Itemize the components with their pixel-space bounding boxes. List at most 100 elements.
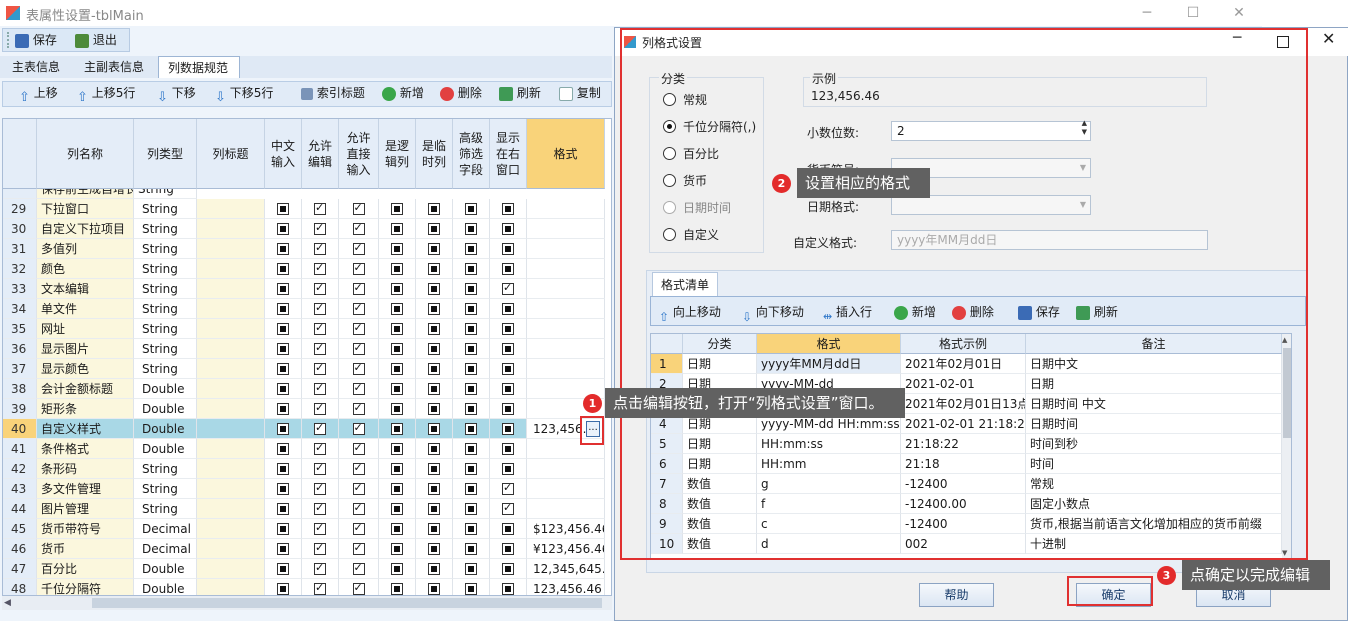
grid-checkbox-cell[interactable] (265, 199, 302, 219)
move-up-button[interactable]: ⇧ 上移 (19, 82, 58, 105)
grid-cell-name[interactable]: 千位分隔符 (37, 579, 134, 595)
index-title-button[interactable]: 索引标题 (301, 82, 365, 104)
grid-checkbox-cell[interactable] (302, 279, 339, 299)
grid-checkbox-cell[interactable] (453, 579, 490, 595)
grid-cell-format[interactable] (527, 259, 605, 279)
grid-checkbox-cell[interactable] (453, 379, 490, 399)
checkbox[interactable] (391, 543, 403, 555)
checkbox[interactable] (352, 579, 365, 595)
table-row[interactable]: 42 条形码 String (3, 459, 611, 479)
grid-checkbox-cell[interactable] (265, 339, 302, 359)
grid-checkbox-cell[interactable] (339, 239, 379, 259)
maximize-icon[interactable]: ☐ (1170, 0, 1216, 26)
grid-checkbox-cell[interactable] (453, 319, 490, 339)
grid-checkbox-cell[interactable] (490, 339, 527, 359)
checkbox[interactable] (502, 279, 514, 297)
grid-checkbox-cell[interactable] (339, 499, 379, 519)
grid-cell-name[interactable]: 货币带符号 (37, 519, 134, 539)
grid-cell-name[interactable]: 显示图片 (37, 339, 134, 359)
table-row[interactable]: 48千位分隔符Double 123,456.46 (3, 579, 611, 595)
grid-checkbox-cell[interactable] (379, 279, 416, 299)
grid-checkbox-cell[interactable] (453, 519, 490, 539)
grid-checkbox-cell[interactable] (339, 439, 379, 459)
grid-checkbox-cell[interactable] (490, 199, 527, 219)
checkbox[interactable] (314, 539, 326, 557)
grid-checkbox-cell[interactable] (379, 199, 416, 219)
grid-cell-title[interactable] (197, 499, 265, 519)
checkbox[interactable] (465, 203, 477, 215)
grid-checkbox-cell[interactable] (453, 459, 490, 479)
tab-master-detail-info[interactable]: 主副表信息 (76, 56, 158, 78)
checkbox[interactable] (465, 463, 477, 475)
grid-checkbox-cell[interactable] (265, 519, 302, 539)
tab-main-info[interactable]: 主表信息 (4, 56, 70, 78)
checkbox[interactable] (352, 299, 365, 317)
grid-checkbox-cell[interactable] (302, 539, 339, 559)
grid-checkbox-cell[interactable] (490, 259, 527, 279)
grid-checkbox-cell[interactable] (453, 259, 490, 279)
checkbox[interactable] (277, 483, 289, 495)
checkbox[interactable] (314, 579, 326, 595)
checkbox[interactable] (465, 363, 477, 375)
grid-checkbox-cell[interactable] (416, 499, 453, 519)
checkbox[interactable] (277, 523, 289, 535)
close-icon[interactable]: ✕ (1216, 0, 1262, 26)
checkbox[interactable] (277, 323, 289, 335)
checkbox[interactable] (428, 223, 440, 235)
grid-checkbox-cell[interactable] (265, 319, 302, 339)
checkbox[interactable] (391, 383, 403, 395)
checkbox[interactable] (502, 383, 514, 395)
checkbox[interactable] (465, 483, 477, 495)
grid-checkbox-cell[interactable] (265, 399, 302, 419)
grid-checkbox-cell[interactable] (453, 279, 490, 299)
grid-checkbox-cell[interactable] (339, 339, 379, 359)
table-row[interactable]: 36 显示图片 String (3, 339, 611, 359)
grid-checkbox-cell[interactable] (490, 559, 527, 579)
grid-cell-format[interactable]: 123,456.46 (527, 579, 605, 595)
checkbox[interactable] (314, 459, 326, 477)
grid-cell-title[interactable] (197, 459, 265, 479)
checkbox[interactable] (314, 359, 326, 377)
grid-cell-title[interactable] (197, 359, 265, 379)
grid-checkbox-cell[interactable] (490, 279, 527, 299)
grid-checkbox-cell[interactable] (453, 239, 490, 259)
checkbox[interactable] (502, 563, 514, 575)
grid-checkbox-cell[interactable] (490, 219, 527, 239)
grid-checkbox-cell[interactable] (302, 579, 339, 595)
grid-checkbox-cell[interactable] (416, 279, 453, 299)
checkbox[interactable] (391, 403, 403, 415)
checkbox[interactable] (502, 203, 514, 215)
checkbox[interactable] (277, 543, 289, 555)
grid-checkbox-cell[interactable] (416, 379, 453, 399)
checkbox[interactable] (428, 583, 440, 595)
grid-checkbox-cell[interactable] (379, 539, 416, 559)
checkbox[interactable] (391, 463, 403, 475)
grid-cell-name[interactable]: 自定义样式 (37, 419, 134, 439)
grid-cell-format[interactable]: ¥123,456.46 (527, 539, 605, 559)
table-row[interactable]: 32 颜色 String (3, 259, 611, 279)
grid-checkbox-cell[interactable] (265, 299, 302, 319)
grid-checkbox-cell[interactable] (490, 319, 527, 339)
table-row[interactable]: 33 文本编辑 String (3, 279, 611, 299)
table-row[interactable]: 41 条件格式 Double (3, 439, 611, 459)
grid-checkbox-cell[interactable] (302, 419, 339, 439)
grid-checkbox-cell[interactable] (302, 319, 339, 339)
grid-checkbox-cell[interactable] (453, 539, 490, 559)
grid-checkbox-cell[interactable] (416, 219, 453, 239)
grid-cell-format[interactable] (527, 219, 605, 239)
grid-checkbox-cell[interactable] (453, 339, 490, 359)
grid-checkbox-cell[interactable] (379, 399, 416, 419)
grid-cell-title[interactable] (197, 279, 265, 299)
grid-checkbox-cell[interactable] (302, 439, 339, 459)
grid-checkbox-cell[interactable] (379, 459, 416, 479)
grid-cell-format[interactable] (527, 239, 605, 259)
grid-cell-format[interactable] (527, 199, 605, 219)
checkbox[interactable] (465, 343, 477, 355)
grid-cell-name[interactable]: 多值列 (37, 239, 134, 259)
checkbox[interactable] (502, 443, 514, 455)
grid-cell-name[interactable]: 图片管理 (37, 499, 134, 519)
grid-checkbox-cell[interactable] (490, 479, 527, 499)
checkbox[interactable] (428, 383, 440, 395)
grid-checkbox-cell[interactable] (339, 219, 379, 239)
grid-cell-format[interactable] (527, 339, 605, 359)
